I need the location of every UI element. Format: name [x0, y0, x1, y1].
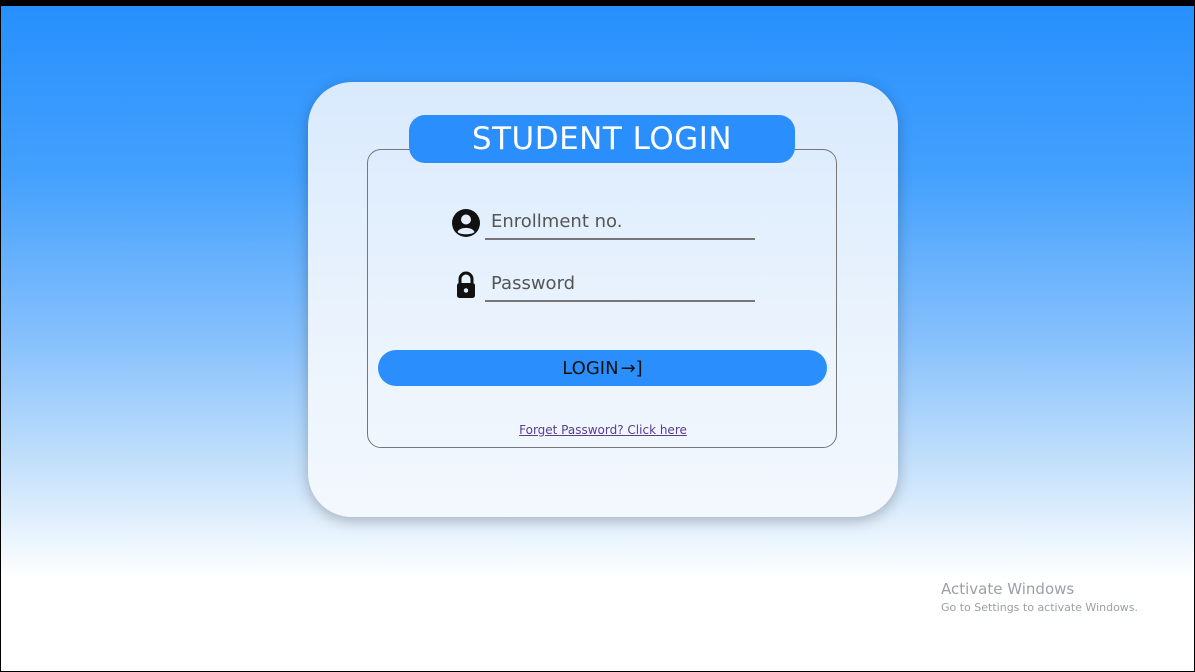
user-circle-icon [451, 208, 481, 238]
enrollment-field-row [451, 206, 756, 240]
login-title: STUDENT LOGIN [409, 115, 795, 163]
watermark-title: Activate Windows [941, 580, 1075, 598]
watermark-subtitle: Go to Settings to activate Windows. [941, 601, 1139, 614]
forgot-password-row: Forget Password? Click here [308, 423, 898, 437]
forgot-password-link[interactable]: Forget Password? Click here [519, 423, 687, 437]
password-input-underline [485, 268, 755, 302]
enrollment-input[interactable] [485, 206, 755, 236]
login-card: STUDENT LOGIN Enrollment no. LOGIN →] Fo… [308, 82, 898, 517]
login-button[interactable]: LOGIN →] [378, 350, 827, 386]
enrollment-input-underline [485, 206, 755, 240]
windows-activation-watermark: Activate Windows Go to Settings to activ… [941, 579, 1138, 617]
page-background: STUDENT LOGIN Enrollment no. LOGIN →] Fo… [0, 0, 1195, 672]
sign-in-arrow-icon: →] [620, 358, 643, 379]
password-field-row [451, 268, 756, 302]
password-input[interactable] [485, 268, 755, 298]
login-button-label: LOGIN [562, 358, 619, 379]
lock-icon [451, 270, 481, 300]
